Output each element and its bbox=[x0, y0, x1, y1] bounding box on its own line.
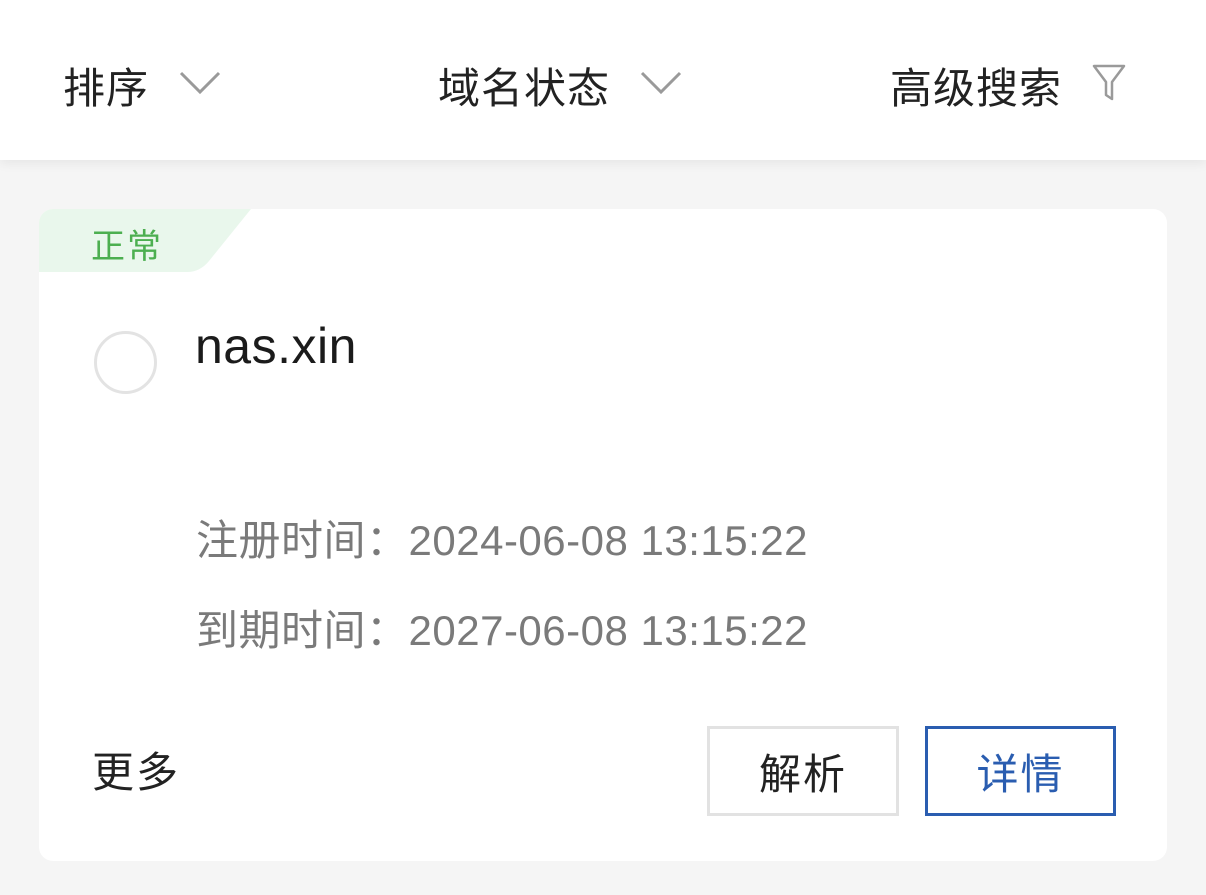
expiry-time-label: 到期时间： bbox=[196, 607, 409, 654]
domain-card: 正常 nas.xin 注册时间：2024-06-08 13:15:22 到期时间… bbox=[39, 209, 1167, 861]
chevron-down-icon bbox=[179, 71, 221, 100]
status-badge: 正常 bbox=[39, 209, 251, 272]
advanced-search-label: 高级搜索 bbox=[890, 64, 1063, 112]
filter-bar: 排序 域名状态 高级搜索 bbox=[0, 0, 1206, 160]
domain-status-dropdown[interactable]: 域名状态 bbox=[438, 60, 682, 112]
domain-name: nas.xin bbox=[195, 318, 357, 374]
detail-button[interactable]: 详情 bbox=[925, 726, 1116, 816]
select-radio[interactable] bbox=[94, 331, 157, 394]
expiry-time-row: 到期时间：2027-06-08 13:15:22 bbox=[196, 597, 808, 658]
resolve-button[interactable]: 解析 bbox=[707, 726, 899, 816]
chevron-down-icon bbox=[640, 71, 682, 100]
more-button[interactable]: 更多 bbox=[92, 739, 180, 800]
domain-status-label: 域名状态 bbox=[438, 64, 611, 112]
registered-time-value: 2024-06-08 13:15:22 bbox=[408, 517, 809, 564]
expiry-time-value: 2027-06-08 13:15:22 bbox=[408, 607, 809, 654]
sort-label: 排序 bbox=[63, 64, 150, 112]
registered-time-row: 注册时间：2024-06-08 13:15:22 bbox=[196, 507, 808, 568]
advanced-search-button[interactable]: 高级搜索 bbox=[890, 60, 1126, 112]
registered-time-label: 注册时间： bbox=[196, 517, 409, 564]
sort-dropdown[interactable]: 排序 bbox=[63, 60, 221, 112]
status-badge-text: 正常 bbox=[91, 228, 163, 266]
filter-icon bbox=[1092, 64, 1126, 107]
